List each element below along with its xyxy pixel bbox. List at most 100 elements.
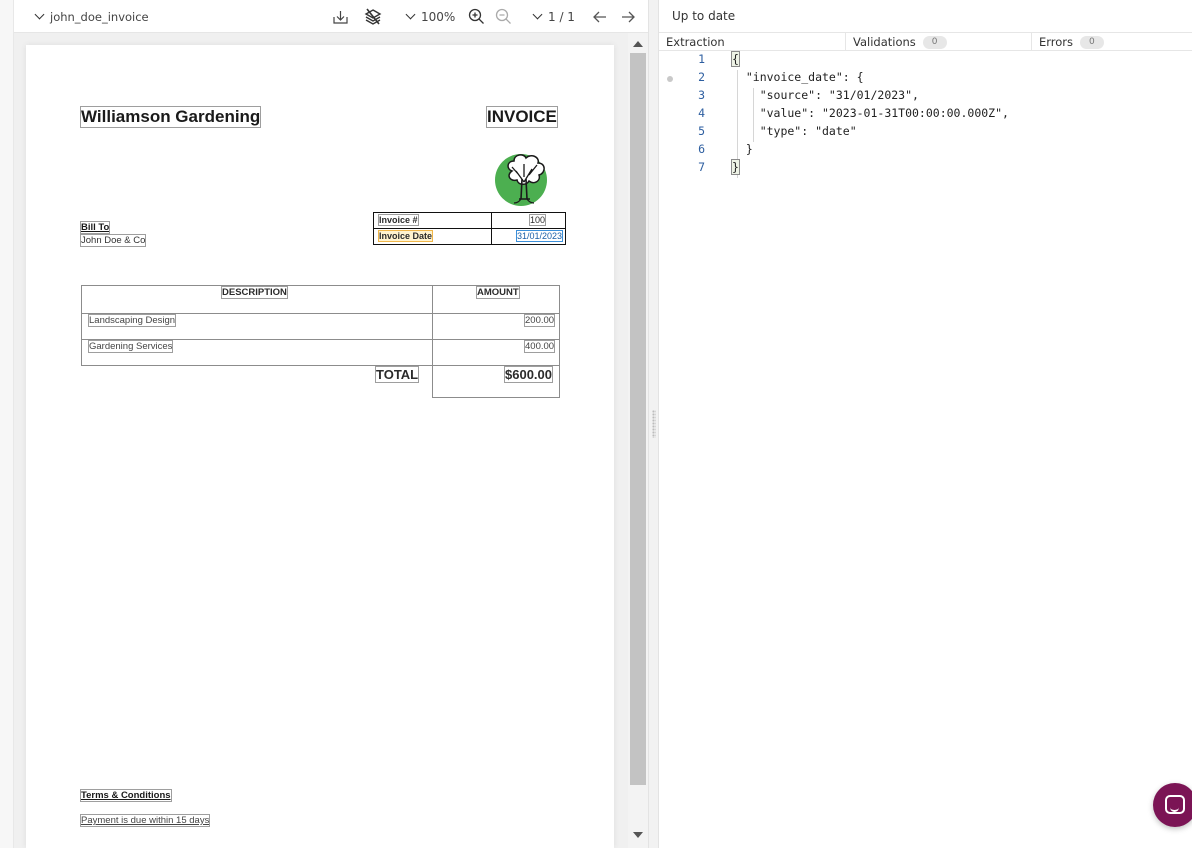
code-line: 5 "type": "date" [659,124,1192,142]
description-header[interactable]: DESCRIPTION [221,286,288,299]
code-line: 3 "source": "31/01/2023", [659,88,1192,106]
invoice-date-value[interactable]: 31/01/2023 [515,229,564,242]
invoice-date-row: Invoice Date 31/01/2023 [374,229,565,245]
grip-icon [652,410,656,438]
tab-label: Validations [853,35,916,49]
table-border [81,313,560,314]
toggle-layers-button[interactable] [364,0,382,33]
table-divider [491,213,492,244]
arrow-right-icon [622,11,635,22]
document-name: john_doe_invoice [50,9,149,24]
line-number: 6 [698,142,705,156]
viewer-toolbar: john_doe_invoice 100% 1 / 1 [14,0,648,33]
chat-icon [1165,795,1185,814]
code-line: 4 "value": "2023-01-31T00:00:00.000Z", [659,106,1192,124]
result-tabs: Extraction Validations 0 Errors 0 [659,33,1192,51]
code-text: "value": "2023-01-31T00:00:00.000Z", [732,106,1009,120]
amount-header[interactable]: AMOUNT [476,286,520,299]
count-badge: 0 [1080,35,1104,49]
code-line: 2 "invoice_date": { [659,70,1192,88]
zoom-selector[interactable]: 100% [403,0,455,33]
line-number: 4 [698,106,705,120]
document-page: Williamson Gardening INVOICE Bill To Joh… [26,45,614,848]
document-viewer: Williamson Gardening INVOICE Bill To Joh… [14,33,628,848]
json-editor[interactable]: 1 { 2 "invoice_date": { 3 "source": "31/… [659,51,1192,192]
code-text: "invoice_date": { [732,70,864,84]
download-button[interactable] [332,0,349,33]
code-text: "type": "date" [732,124,857,138]
table-border [432,285,433,398]
bill-to-value[interactable]: John Doe & Co [79,234,147,247]
table-border [432,397,560,398]
line-number: 2 [698,70,705,84]
zoom-out-button[interactable] [495,0,512,33]
sync-status: Up to date [672,9,736,23]
invoice-number-label[interactable]: Invoice # [378,214,419,226]
status-bar: Up to date [659,0,1192,33]
left-edge-strip [0,0,14,848]
code-line: 1 { [659,51,1192,70]
table-border [432,365,560,366]
count-badge: 0 [922,35,947,49]
total-label[interactable]: TOTAL [374,366,420,383]
tab-label: Errors [1039,35,1074,49]
code-text: } [732,142,753,156]
table-border [81,339,560,340]
line-items-table: DESCRIPTION AMOUNT Landscaping Design 20… [81,285,560,398]
tab-label: Extraction [666,35,725,49]
table-border [559,285,560,398]
zoom-out-icon [495,8,511,24]
document-pane: john_doe_invoice 100% 1 / 1 Williamson G… [0,0,648,848]
pane-resize-handle[interactable] [648,0,659,848]
code-text: "source": "31/01/2023", [732,88,919,102]
item-description[interactable]: Gardening Services [87,340,174,353]
invoice-number-value[interactable]: 100 [528,214,547,226]
total-amount[interactable]: $600.00 [504,366,553,383]
viewer-scrollbar[interactable] [628,33,648,848]
scroll-up-icon[interactable] [633,41,643,47]
page-selector[interactable]: 1 / 1 [530,0,575,33]
item-description[interactable]: Landscaping Design [87,314,177,327]
previous-page-button[interactable] [592,0,608,33]
company-name[interactable]: Williamson Gardening [79,106,262,128]
page-indicator: 1 / 1 [548,9,575,24]
terms-label[interactable]: Terms & Conditions [80,789,172,802]
zoom-level: 100% [421,9,456,24]
invoice-meta-table: Invoice # 100 Invoice Date 31/01/2023 [373,212,566,245]
layers-off-icon [364,8,382,25]
line-number: 5 [698,124,705,138]
table-border [81,285,82,366]
download-icon [333,10,348,24]
scrollbar-thumb[interactable] [630,53,646,785]
next-page-button[interactable] [620,0,636,33]
tab-extraction[interactable]: Extraction [659,33,845,51]
bill-to-label[interactable]: Bill To [79,221,111,234]
invoice-number-row: Invoice # 100 [374,213,565,229]
code-text: { [731,51,740,67]
item-amount[interactable]: 200.00 [523,314,556,327]
line-number: 1 [698,52,705,66]
item-amount[interactable]: 400.00 [523,340,556,353]
table-border [81,285,560,286]
chevron-down-icon [34,9,45,20]
chevron-down-icon [405,9,416,20]
arrow-left-icon [593,11,606,22]
zoom-in-icon [468,8,484,24]
code-line: 7 } [659,159,1192,178]
invoice-heading[interactable]: INVOICE [486,106,558,128]
fold-marker-icon[interactable] [667,76,673,82]
code-text: } [731,159,740,175]
scroll-down-icon[interactable] [633,832,643,838]
table-border [81,365,432,366]
tab-errors[interactable]: Errors 0 [1031,33,1192,51]
terms-text[interactable]: Payment is due within 15 days [79,814,211,827]
zoom-in-button[interactable] [468,0,485,33]
chevron-down-icon [532,9,543,20]
document-selector[interactable]: john_doe_invoice [32,0,149,33]
tab-validations[interactable]: Validations 0 [845,33,1031,51]
chat-launcher-button[interactable] [1153,783,1192,827]
line-number: 3 [698,88,705,102]
code-line: 6 } [659,142,1192,160]
invoice-date-label[interactable]: Invoice Date [377,229,434,242]
tree-logo [495,154,547,206]
